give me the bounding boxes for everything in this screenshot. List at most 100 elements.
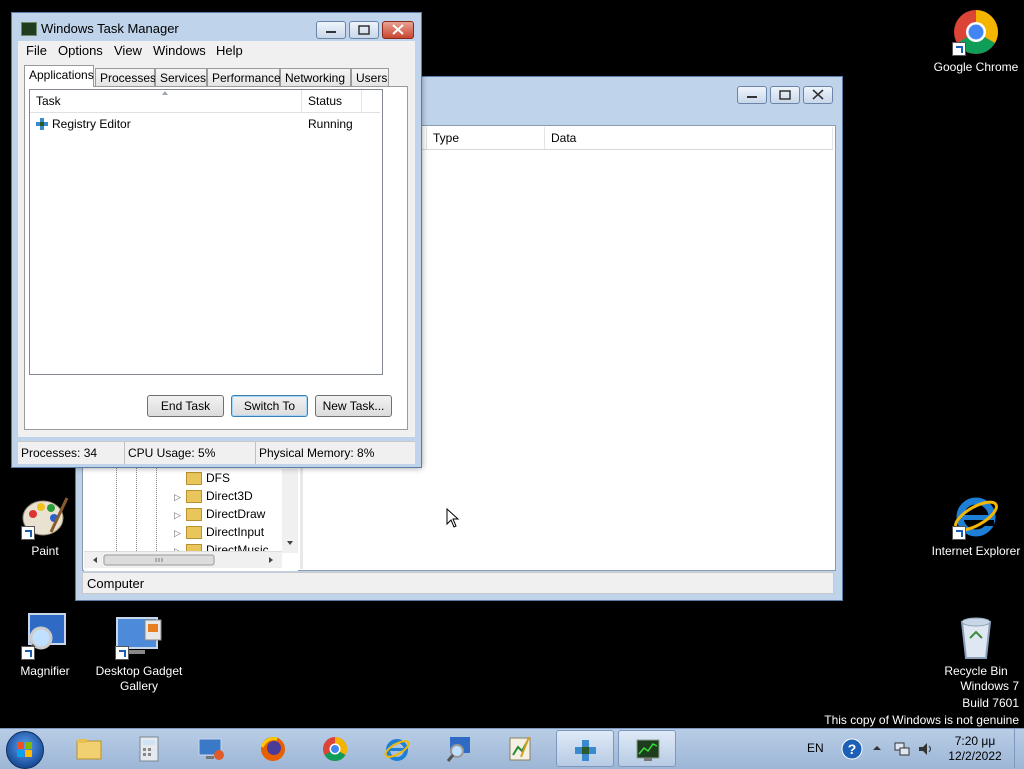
pane-splitter[interactable] xyxy=(300,467,303,569)
tab-applications[interactable]: Applications xyxy=(24,65,94,87)
desktop-icon-google-chrome[interactable]: Google Chrome xyxy=(928,8,1024,75)
tree-item-label: DFS xyxy=(206,471,230,485)
shortcut-arrow-icon xyxy=(115,646,129,660)
network-icon[interactable] xyxy=(893,740,911,758)
desktop-icon-magnifier[interactable]: Magnifier xyxy=(0,612,93,679)
volume-icon[interactable] xyxy=(917,740,935,758)
tree-item-label: DirectInput xyxy=(206,525,265,539)
desktop-icon-recycle-bin[interactable]: Recycle Bin xyxy=(928,612,1024,679)
tab-processes[interactable]: Processes xyxy=(95,68,156,86)
new-task-button[interactable]: New Task... xyxy=(315,395,392,417)
restore-icon xyxy=(779,90,791,100)
desktop-icon-label: Internet Explorer xyxy=(931,544,1021,558)
status-processes: Processes: 34 xyxy=(18,442,125,464)
gadget-gallery-icon xyxy=(115,612,163,660)
clock-date: 12/2/2022 xyxy=(948,749,1002,763)
applications-task-list[interactable]: Task Status Registry Editor Running xyxy=(29,89,383,375)
desktop-icon-label: Google Chrome xyxy=(933,60,1019,74)
taskbar-google-chrome[interactable] xyxy=(306,730,364,767)
menu-options[interactable]: Options xyxy=(58,43,103,58)
menu-windows[interactable]: Windows xyxy=(153,43,206,58)
firefox-icon xyxy=(260,737,285,761)
start-button[interactable] xyxy=(6,731,44,769)
expand-arrow-icon[interactable]: ▷ xyxy=(174,488,186,506)
show-desktop-button[interactable] xyxy=(1014,729,1024,768)
watermark-genuine-notice: This copy of Windows is not genuine xyxy=(824,713,1019,727)
remote-desktop-icon xyxy=(198,738,224,760)
column-header-status[interactable]: Status xyxy=(302,90,362,112)
close-icon xyxy=(392,24,404,35)
tab-users[interactable]: Users xyxy=(351,68,389,86)
menu-view[interactable]: View xyxy=(114,43,142,58)
taskbar-remote-desktop[interactable] xyxy=(182,730,240,767)
shortcut-arrow-icon xyxy=(952,526,966,540)
column-header-data[interactable]: Data xyxy=(545,127,833,149)
end-task-button[interactable]: End Task xyxy=(147,395,224,417)
minimize-button[interactable] xyxy=(737,86,767,104)
status-cpu-usage: CPU Usage: 5% xyxy=(125,442,256,464)
registry-status-bar: Computer xyxy=(82,572,834,594)
task-name: Registry Editor xyxy=(52,117,131,131)
magnifier-icon xyxy=(21,612,69,660)
close-button[interactable] xyxy=(382,21,414,39)
desktop-icon-label: Recycle Bin xyxy=(944,664,1008,678)
menu-bar: File Options View Windows Help xyxy=(18,41,415,61)
tab-networking[interactable]: Networking xyxy=(280,68,351,86)
tree-item[interactable]: ▷ DirectMusic xyxy=(174,541,269,551)
switch-to-button[interactable]: Switch To xyxy=(231,395,308,417)
taskbar-resource-monitor[interactable] xyxy=(492,730,550,767)
taskbar-magnifier[interactable] xyxy=(430,730,488,767)
help-icon[interactable]: ? xyxy=(841,738,863,760)
tree-item[interactable]: DFS xyxy=(174,469,230,487)
language-indicator[interactable]: EN xyxy=(807,741,824,755)
minimize-button[interactable] xyxy=(316,21,346,39)
task-manager-app-icon xyxy=(21,22,37,36)
desktop-icon-label: Desktop Gadget Gallery xyxy=(95,664,183,693)
maximize-button[interactable] xyxy=(349,21,379,39)
internet-explorer-icon xyxy=(952,492,1000,540)
windows-logo-icon xyxy=(17,742,33,758)
shortcut-arrow-icon xyxy=(21,526,35,540)
folder-icon xyxy=(186,544,202,551)
shortcut-arrow-icon xyxy=(952,42,966,56)
tree-item-label: DirectDraw xyxy=(206,507,266,521)
taskbar-firefox[interactable] xyxy=(244,730,302,767)
tab-performance[interactable]: Performance xyxy=(207,68,281,86)
tree-item[interactable]: ▷ DirectInput xyxy=(174,523,264,541)
maximize-button[interactable] xyxy=(770,86,800,104)
folder-icon xyxy=(186,526,202,540)
tree-item[interactable]: ▷ DirectDraw xyxy=(174,505,265,523)
tab-services[interactable]: Services xyxy=(155,68,207,86)
show-hidden-icons-icon[interactable] xyxy=(872,743,882,753)
menu-help[interactable]: Help xyxy=(216,43,243,58)
taskbar-internet-explorer[interactable] xyxy=(368,730,426,767)
minimize-icon xyxy=(747,96,757,98)
column-header-type[interactable]: Type xyxy=(426,127,545,149)
expand-arrow-icon[interactable]: ▷ xyxy=(174,524,186,542)
menu-file[interactable]: File xyxy=(26,43,47,58)
desktop-icon-internet-explorer[interactable]: Internet Explorer xyxy=(928,492,1024,559)
taskbar-registry-editor[interactable] xyxy=(556,730,614,767)
chrome-icon xyxy=(323,737,348,762)
svg-text:?: ? xyxy=(848,741,857,757)
expand-arrow-icon[interactable]: ▷ xyxy=(174,542,186,551)
system-clock[interactable]: 7:20 μμ 12/2/2022 xyxy=(940,734,1010,764)
internet-explorer-icon xyxy=(384,739,410,761)
tree-item[interactable]: ▷ Direct3D xyxy=(174,487,253,505)
table-row[interactable]: Registry Editor Running xyxy=(30,114,380,134)
tree-item-label: Direct3D xyxy=(206,489,253,503)
task-manager-window[interactable]: Windows Task Manager File Options View W… xyxy=(11,12,422,468)
horizontal-scroll-arrows-icon xyxy=(93,554,273,566)
expand-arrow-icon[interactable]: ▷ xyxy=(174,506,186,524)
close-button[interactable] xyxy=(803,86,833,104)
tree-vertical-scrollbar[interactable] xyxy=(282,469,298,553)
tree-horizontal-scrollbar[interactable] xyxy=(84,551,282,568)
desktop-icon-desktop-gadget-gallery[interactable]: Desktop Gadget Gallery xyxy=(91,612,187,694)
taskbar-windows-explorer[interactable] xyxy=(60,730,118,767)
tree-item-label: DirectMusic xyxy=(206,543,269,551)
taskbar-calculator[interactable] xyxy=(120,730,178,767)
folder-icon xyxy=(186,490,202,504)
magnifier-icon xyxy=(446,737,470,762)
task-list-header: Task Status xyxy=(30,90,380,113)
taskbar-task-manager[interactable] xyxy=(618,730,676,767)
